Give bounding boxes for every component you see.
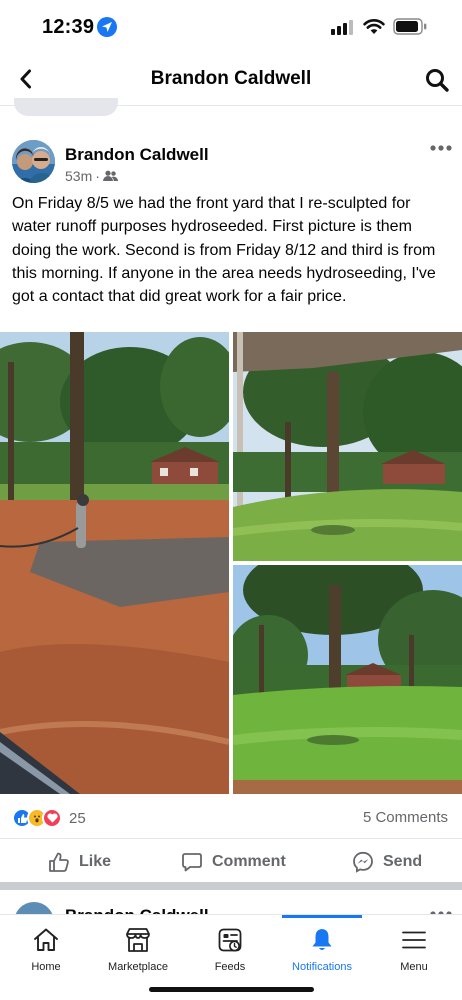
active-tab-indicator xyxy=(282,915,362,918)
search-icon[interactable] xyxy=(423,66,451,94)
wifi-icon xyxy=(363,19,385,34)
post-photo-aug-12[interactable] xyxy=(233,332,462,561)
page-title: Brandon Caldwell xyxy=(150,68,312,89)
tab-home[interactable]: Home xyxy=(0,915,92,985)
tab-marketplace-label: Marketplace xyxy=(108,961,168,973)
post-photo-this-morning[interactable] xyxy=(233,565,462,794)
marketplace-icon xyxy=(126,928,150,952)
home-indicator xyxy=(149,987,314,992)
comments-count-link[interactable]: 5 Comments xyxy=(363,809,448,826)
author-avatar[interactable] xyxy=(12,140,55,183)
comment-label: Comment xyxy=(212,853,286,870)
comment-button[interactable]: Comment xyxy=(181,851,286,873)
thumbs-up-icon xyxy=(49,852,69,872)
tab-notifications-label: Notifications xyxy=(292,961,352,973)
tab-menu-label: Menu xyxy=(400,961,428,973)
reactions-summary[interactable]: 25 xyxy=(12,808,86,828)
meta-dot: · xyxy=(95,168,100,184)
menu-icon xyxy=(402,931,426,949)
messenger-icon xyxy=(353,851,373,873)
battery-icon xyxy=(393,18,427,35)
tab-feeds-label: Feeds xyxy=(214,961,246,973)
location-arrow-icon xyxy=(97,17,117,37)
like-button[interactable]: Like xyxy=(48,851,111,873)
reaction-count: 25 xyxy=(69,809,86,827)
tab-menu[interactable]: Menu xyxy=(368,915,460,985)
post-author-name[interactable]: Brandon Caldwell xyxy=(65,145,209,165)
tab-notifications[interactable]: Notifications xyxy=(276,915,368,985)
tab-home-label: Home xyxy=(31,961,61,973)
status-bar: 12:39 xyxy=(0,0,462,54)
home-icon xyxy=(34,928,58,951)
post-meta: 53m · xyxy=(65,168,118,184)
love-reaction-icon xyxy=(42,808,62,828)
cellular-signal-icon xyxy=(331,20,353,35)
friends-icon xyxy=(102,170,118,181)
tab-feeds[interactable]: Feeds xyxy=(184,915,276,985)
feeds-icon xyxy=(218,928,242,952)
status-time: 12:39 xyxy=(42,16,95,38)
post-separator xyxy=(0,882,462,890)
post-photo-hydroseeding[interactable] xyxy=(0,332,229,794)
more-options-icon[interactable] xyxy=(429,142,453,154)
previous-post-edge xyxy=(14,98,118,116)
send-button[interactable]: Send xyxy=(352,851,422,873)
send-label: Send xyxy=(383,853,423,870)
tab-marketplace[interactable]: Marketplace xyxy=(92,915,184,985)
post-body-text: On Friday 8/5 we had the front yard that… xyxy=(12,195,436,306)
post-action-bar: Like Comment Send xyxy=(0,838,462,884)
comment-bubble-icon xyxy=(182,853,202,872)
post-timestamp[interactable]: 53m xyxy=(65,168,92,184)
bell-icon xyxy=(312,929,332,950)
like-label: Like xyxy=(79,853,112,870)
